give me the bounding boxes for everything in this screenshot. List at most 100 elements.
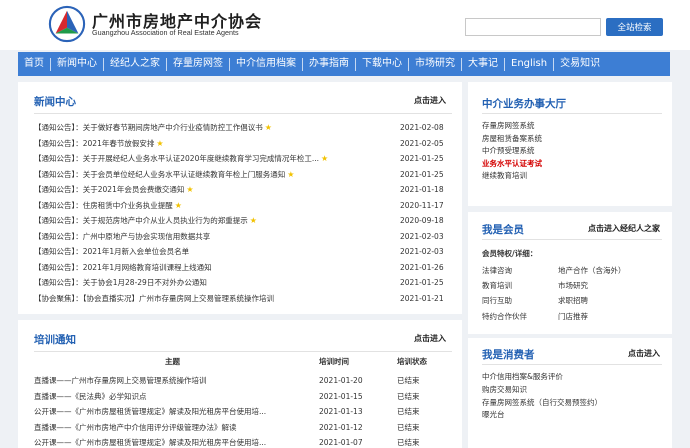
- consumer-link[interactable]: 曝光台: [482, 409, 602, 422]
- news-item-title[interactable]: 【通知公告】：关于规范房地产中介从业人员执业行为的郑重提示 ★: [34, 213, 400, 229]
- nav-item[interactable]: 经纪人之家: [104, 52, 166, 76]
- header-status: 培训状态: [397, 357, 427, 366]
- member-more-link[interactable]: 点击进入经纪人之家: [588, 223, 660, 234]
- consumer-link[interactable]: 存量房网签系统（自行交易预签约）: [482, 397, 602, 410]
- news-item-date: 2021-01-21: [400, 293, 444, 303]
- nav-item[interactable]: 下载中心: [356, 52, 408, 76]
- news-item[interactable]: 【通知公告】：关于协会1月28-29日不对外办公通知 2021-01-25: [34, 275, 452, 291]
- news-item-title[interactable]: 【通知公告】：关于做好春节期间房地产中介行业疫情防控工作倡议书 ★: [34, 120, 400, 136]
- member-link[interactable]: 法律咨询: [482, 263, 558, 278]
- table-row[interactable]: 公开课——《广州市房屋租赁管理规定》解读及阳光租房平台使用培... 2021-01…: [34, 404, 452, 420]
- hall-link[interactable]: 存量房网签系统: [482, 120, 542, 133]
- star-icon: ★: [186, 185, 194, 194]
- news-item-text[interactable]: 【通知公告】：2021年春节放假安排: [34, 139, 154, 148]
- table-row[interactable]: 直播课——《广州市房地产中介信用评分评级管理办法》解读 2021-01-12 已结束: [34, 420, 452, 436]
- nav-item[interactable]: 市场研究: [409, 52, 461, 76]
- news-item[interactable]: 【通知公告】：广州中原地产与协会实现信用数据共享 2021-02-03: [34, 229, 452, 245]
- news-item[interactable]: 【通知公告】：关于规范房地产中介从业人员执业行为的郑重提示 ★ 2020-09-18: [34, 213, 452, 229]
- news-item-title[interactable]: 【通知公告】：2021年1月网络教育培训课程上线通知: [34, 260, 400, 276]
- member-title: 我是会员: [482, 224, 524, 236]
- news-item-date: 2021-01-25: [400, 154, 444, 163]
- news-item-title[interactable]: 【通知公告】：关于2021年会员会费缴交通知 ★: [34, 182, 400, 198]
- training-time: 2021-01-12: [319, 422, 363, 432]
- member-link[interactable]: 同行互助: [482, 293, 558, 308]
- search-input[interactable]: [465, 18, 601, 36]
- news-item-text[interactable]: 【通知公告】：关于2021年会员会费缴交通知: [34, 185, 184, 194]
- training-topic[interactable]: 公开课——《广州市房屋租赁管理规定》解读及阳光租房平台使用培...: [34, 435, 319, 448]
- consumer-link[interactable]: 购房交易知识: [482, 384, 602, 397]
- hall-link[interactable]: 房屋租赁备案系统: [482, 133, 542, 146]
- news-item-title[interactable]: 【通知公告】：2021年春节放假安排 ★: [34, 136, 400, 152]
- hall-link[interactable]: 中介预受理系统: [482, 145, 542, 158]
- consumer-link[interactable]: 中介信用档案&服务评价: [482, 371, 602, 384]
- member-divider: [482, 239, 662, 240]
- nav-item[interactable]: 存量房网签: [167, 52, 229, 76]
- training-panel: 培训通知 点击进入 主题 培训时间 培训状态 直播课——广州市存量房网上交易管理…: [18, 320, 462, 448]
- consumer-title: 我是消费者: [482, 349, 535, 361]
- training-topic[interactable]: 直播课——《广州市房地产中介信用评分评级管理办法》解读: [34, 420, 319, 436]
- news-item[interactable]: 【通知公告】：关于会员单位经纪人业务水平认证继续教育年检上门服务通知 ★ 2021-…: [34, 167, 452, 183]
- news-item[interactable]: 【通知公告】：关于做好春节期间房地产中介行业疫情防控工作倡议书 ★ 2021-02-…: [34, 120, 452, 136]
- news-item[interactable]: 【通知公告】：2021年春节放假安排 ★ 2021-02-05: [34, 136, 452, 152]
- nav-item[interactable]: 中介信用档案: [230, 52, 302, 76]
- news-item[interactable]: 【通知公告】：关于2021年会员会费缴交通知 ★ 2021-01-18: [34, 182, 452, 198]
- news-item-title[interactable]: 【协会聚焦】：【协会直播实况】广州市存量房网上交易管理系统操作培训: [34, 291, 400, 307]
- hall-link[interactable]: 业务水平认证考试: [482, 158, 542, 171]
- training-status: 已结束: [397, 376, 420, 385]
- training-time: 2021-01-13: [319, 407, 363, 416]
- training-status: 已结束: [397, 438, 420, 447]
- news-item-text[interactable]: 【通知公告】：关于规范房地产中介从业人员执业行为的郑重提示: [34, 216, 248, 225]
- news-item-date: 2021-01-18: [400, 185, 444, 194]
- consumer-more-link[interactable]: 点击进入: [628, 348, 660, 359]
- news-item[interactable]: 【通知公告】：2021年1月新入会单位会员名单 2021-02-03: [34, 244, 452, 260]
- news-item-date: 2020-11-17: [400, 200, 444, 210]
- news-item-text[interactable]: 【通知公告】：2021年1月网络教育培训课程上线通知: [34, 263, 212, 272]
- news-more-link[interactable]: 点击进入: [414, 95, 446, 106]
- nav-item[interactable]: 交易知识: [554, 52, 606, 76]
- member-link[interactable]: 门店推荐: [558, 309, 658, 324]
- news-item-title[interactable]: 【通知公告】：2021年1月新入会单位会员名单: [34, 244, 400, 260]
- member-link[interactable]: 市场研究: [558, 278, 658, 293]
- training-more-link[interactable]: 点击进入: [414, 333, 446, 344]
- hall-link[interactable]: 继续教育培训: [482, 170, 542, 183]
- news-item-text[interactable]: 【协会聚焦】：【协会直播实况】广州市存量房网上交易管理系统操作培训: [34, 294, 274, 303]
- table-row[interactable]: 公开课——《广州市房屋租赁管理规定》解读及阳光租房平台使用培... 2021-01…: [34, 435, 452, 448]
- nav-item[interactable]: English: [505, 52, 553, 76]
- news-item[interactable]: 【通知公告】：关于开展经纪人业务水平认证2020年度继续教育学习完成情况年检工.…: [34, 151, 452, 167]
- news-item-text[interactable]: 【通知公告】：2021年1月新入会单位会员名单: [34, 247, 189, 256]
- training-topic[interactable]: 直播课——广州市存量房网上交易管理系统操作培训: [34, 373, 319, 389]
- news-item-text[interactable]: 【通知公告】：关于开展经纪人业务水平认证2020年度继续教育学习完成情况年检工.…: [34, 154, 319, 163]
- news-item-text[interactable]: 【通知公告】：关于协会1月28-29日不对外办公通知: [34, 278, 207, 287]
- news-item-title[interactable]: 【通知公告】：广州中原地产与协会实现信用数据共享: [34, 229, 400, 245]
- news-item-title[interactable]: 【通知公告】：关于会员单位经纪人业务水平认证继续教育年检上门服务通知 ★: [34, 167, 400, 183]
- nav-item[interactable]: 首页: [18, 52, 50, 76]
- member-link[interactable]: 地产合作（含海外）: [558, 263, 658, 278]
- news-item-title[interactable]: 【通知公告】：关于协会1月28-29日不对外办公通知: [34, 275, 400, 291]
- news-item[interactable]: 【协会聚焦】：【协会直播实况】广州市存量房网上交易管理系统操作培训 2021-01…: [34, 291, 452, 307]
- news-item-text[interactable]: 【通知公告】：关于做好春节期间房地产中介行业疫情防控工作倡议书: [34, 123, 263, 132]
- news-item[interactable]: 【通知公告】：住房租赁中介业务执业提醒 ★ 2020-11-17: [34, 198, 452, 214]
- training-topic[interactable]: 公开课——《广州市房屋租赁管理规定》解读及阳光租房平台使用培...: [34, 404, 319, 420]
- training-topic[interactable]: 直播课——《民法典》必学知识点: [34, 389, 319, 405]
- news-item[interactable]: 【通知公告】：2021年1月网络教育培训课程上线通知 2021-01-26: [34, 260, 452, 276]
- news-item-title[interactable]: 【通知公告】：住房租赁中介业务执业提醒 ★: [34, 198, 400, 214]
- table-row[interactable]: 直播课——广州市存量房网上交易管理系统操作培训 2021-01-20 已结束: [34, 373, 452, 389]
- nav-item[interactable]: 大事记: [462, 52, 504, 76]
- training-time: 2021-01-07: [319, 438, 363, 447]
- news-item-text[interactable]: 【通知公告】：住房租赁中介业务执业提醒: [34, 201, 173, 210]
- table-row[interactable]: 直播课——《民法典》必学知识点 2021-01-15 已结束: [34, 389, 452, 405]
- news-item-date: 2021-01-26: [400, 262, 444, 272]
- news-item-date: 2021-01-25: [400, 278, 444, 287]
- nav-item[interactable]: 新闻中心: [51, 52, 103, 76]
- member-link[interactable]: 教育培训: [482, 278, 558, 293]
- news-item-text[interactable]: 【通知公告】：广州中原地产与协会实现信用数据共享: [34, 232, 210, 241]
- news-item-text[interactable]: 【通知公告】：关于会员单位经纪人业务水平认证继续教育年检上门服务通知: [34, 170, 285, 179]
- news-item-title[interactable]: 【通知公告】：关于开展经纪人业务水平认证2020年度继续教育学习完成情况年检工.…: [34, 151, 400, 167]
- member-link[interactable]: 求职招聘: [558, 293, 658, 308]
- nav-item[interactable]: 办事指南: [303, 52, 355, 76]
- star-icon: ★: [287, 169, 295, 179]
- association-logo[interactable]: [48, 5, 86, 43]
- news-title: 新闻中心: [34, 96, 76, 108]
- search-button[interactable]: 全站检索: [606, 18, 663, 36]
- member-link[interactable]: 特约合作伙伴: [482, 309, 558, 324]
